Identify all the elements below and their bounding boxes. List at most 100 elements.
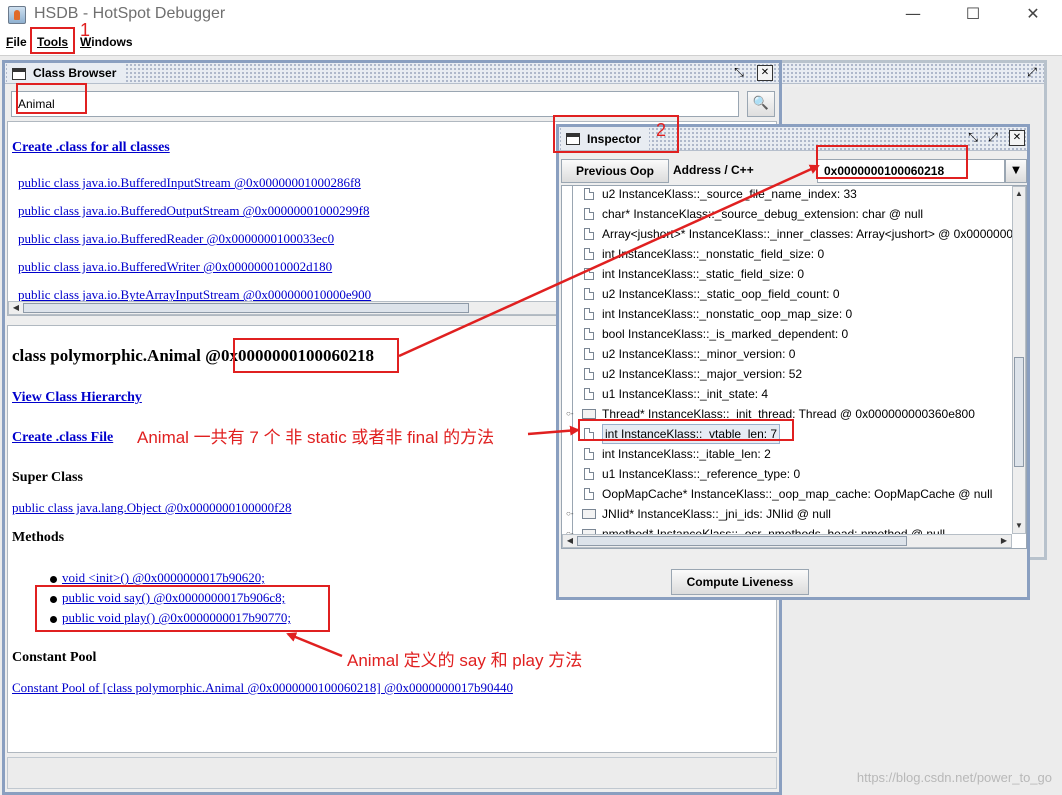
document-icon [584, 228, 594, 240]
tree-connector [572, 324, 573, 344]
annotation-step-2: 2 [656, 120, 667, 140]
document-icon [584, 468, 594, 480]
inspector-minimize-icon[interactable]: ⤡ [965, 130, 981, 146]
tree-connector [572, 484, 573, 504]
class-list-item[interactable]: public class java.io.BufferedOutputStrea… [18, 203, 369, 219]
tree-connector [572, 424, 573, 444]
class-list-item[interactable]: public class java.io.BufferedReader @0x0… [18, 231, 334, 247]
scroll-right-icon[interactable]: ▶ [997, 535, 1011, 547]
menu-bar: File Tools Windows [0, 30, 1062, 55]
inspector-field-label: Thread* InstanceKlass::_init_thread: Thr… [602, 407, 975, 421]
address-input[interactable]: 0x0000000100060218 [817, 159, 1005, 183]
address-expression-label: Address / C++ Expression: [673, 163, 754, 199]
annotation-vtable-note: Animal 一共有 7 个 非 static 或者非 final 的方法 [137, 428, 495, 447]
tree-expand-icon[interactable]: ○- [566, 510, 574, 518]
tree-connector [572, 464, 573, 484]
background-frame-restore-icon[interactable]: ⤢ [1024, 65, 1040, 81]
constant-pool-link[interactable]: Constant Pool of [class polymorphic.Anim… [12, 680, 513, 696]
document-icon [584, 388, 594, 400]
method-link[interactable]: public void say() @0x0000000017b906c8; [62, 590, 285, 606]
document-icon [584, 488, 594, 500]
menu-file-rest: ile [13, 35, 27, 49]
super-class-link[interactable]: public class java.lang.Object @0x0000000… [12, 500, 292, 516]
scroll-down-icon[interactable]: ▼ [1013, 519, 1025, 533]
window-title: HSDB - HotSpot Debugger [34, 5, 226, 22]
methods-label: Methods [12, 530, 65, 545]
tree-connector [572, 284, 573, 304]
menu-windows-rest: indows [91, 35, 133, 49]
inspector-field-label: Array<jushort>* InstanceKlass::_inner_cl… [602, 227, 1027, 241]
tree-connector [572, 304, 573, 324]
scroll-thumb[interactable] [1014, 357, 1024, 467]
class-list-item[interactable]: public class java.io.BufferedInputStream… [18, 175, 361, 191]
tree-connector [572, 204, 573, 224]
class-detail-heading: class polymorphic.Animal @0x000000010006… [12, 346, 374, 365]
inspector-title-text: Inspector [587, 132, 642, 146]
minimize-button[interactable]: — [890, 2, 936, 26]
window-titlebar: HSDB - HotSpot Debugger — ☐ ✕ [0, 0, 1062, 30]
class-browser-title-text: Class Browser [33, 66, 117, 80]
background-frame-titlebar [782, 63, 1044, 84]
previous-oop-button[interactable]: Previous Oop [561, 159, 669, 183]
tree-connector [572, 364, 573, 384]
inspector-field-label: int InstanceKlass::_static_field_size: 0 [602, 267, 805, 281]
inspector-field-label: int InstanceKlass::_itable_len: 2 [602, 447, 771, 461]
create-all-classes-link[interactable]: Create .class for all classes [12, 140, 170, 156]
menu-tools[interactable]: Tools [37, 35, 68, 49]
method-bullet [50, 576, 57, 583]
document-icon [584, 188, 594, 200]
class-browser-close-icon[interactable]: ✕ [757, 65, 773, 81]
class-browser-restore-icon[interactable]: ⤡ [731, 65, 747, 81]
inspector-field-label: u2 InstanceKlass::_major_version: 52 [602, 367, 803, 381]
inspector-vscrollbar[interactable]: ▲ ▼ [1012, 186, 1026, 534]
document-icon [584, 348, 594, 360]
binoculars-icon[interactable]: 🔍 [747, 91, 775, 117]
maximize-button[interactable]: ☐ [950, 2, 996, 26]
inspector-field-label: bool InstanceKlass::_is_marked_dependent… [602, 327, 849, 341]
inspector-titlebar: Inspector [559, 127, 1027, 151]
inspector-field-label: u2 InstanceKlass::_source_file_name_inde… [602, 187, 857, 201]
scroll-thumb[interactable] [23, 303, 469, 313]
tree-connector [572, 384, 573, 404]
inspector-maximize-icon[interactable]: ⤢ [985, 130, 1001, 146]
class-browser-status-area [7, 757, 777, 789]
class-list-item[interactable]: public class java.io.BufferedWriter @0x0… [18, 259, 332, 275]
inspector-close-icon[interactable]: ✕ [1009, 130, 1025, 146]
method-link[interactable]: void <init>() @0x0000000017b90620; [62, 570, 265, 586]
close-button[interactable]: ✕ [1010, 2, 1056, 26]
create-class-file-link[interactable]: Create .class File [12, 430, 113, 446]
inspector-hscrollbar[interactable]: ◀ ▶ [562, 534, 1012, 548]
chevron-down-icon[interactable]: ▼ [1005, 159, 1027, 183]
document-icon [584, 248, 594, 260]
inspector-title: Inspector [561, 128, 650, 150]
document-icon [584, 288, 594, 300]
compute-liveness-button[interactable]: Compute Liveness [671, 569, 809, 595]
method-link[interactable]: public void play() @0x0000000017b90770; [62, 610, 291, 626]
scroll-thumb[interactable] [577, 536, 907, 546]
scroll-left-icon[interactable]: ◀ [9, 302, 23, 314]
method-bullet [50, 616, 57, 623]
method-bullet [50, 596, 57, 603]
class-search-input[interactable] [11, 91, 739, 117]
document-icon [584, 368, 594, 380]
inspector-field-label: u2 InstanceKlass::_static_oop_field_coun… [602, 287, 840, 301]
document-icon [584, 208, 594, 220]
view-class-hierarchy-link[interactable]: View Class Hierarchy [12, 390, 142, 406]
tree-connector [572, 444, 573, 464]
inspector-field-label: int InstanceKlass::_vtable_len: 7 [602, 424, 781, 444]
document-icon [584, 448, 594, 460]
scroll-up-icon[interactable]: ▲ [1013, 187, 1025, 201]
java-app-icon [8, 6, 26, 24]
frame-window-icon [566, 133, 580, 145]
folder-icon [582, 509, 596, 519]
inspector-field-label: int InstanceKlass::_nonstatic_field_size… [602, 247, 825, 261]
tree-connector [572, 344, 573, 364]
menu-tools-label: Tools [37, 35, 69, 49]
menu-file[interactable]: File [6, 35, 27, 49]
super-class-label: Super Class [12, 470, 83, 485]
tree-expand-icon[interactable]: ○- [566, 410, 574, 418]
inspector-field-label: u2 InstanceKlass::_minor_version: 0 [602, 347, 796, 361]
tree-connector [572, 224, 573, 244]
annotation-methods-note: Animal 定义的 say 和 play 方法 [347, 651, 583, 670]
scroll-left-icon[interactable]: ◀ [563, 535, 577, 547]
